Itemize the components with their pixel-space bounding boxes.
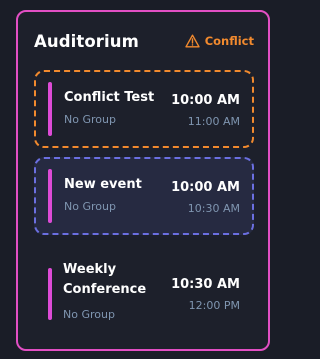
event-title: Weekly Conference — [63, 262, 147, 297]
warning-triangle-icon — [184, 34, 200, 48]
event-end-time: 11:00 AM — [187, 115, 240, 128]
room-card: Auditorium Conflict Conflict Test No Gro… — [16, 10, 270, 351]
event-color-bar — [48, 268, 52, 320]
event-group: No Group — [64, 113, 116, 126]
event-end-time: 12:00 PM — [188, 299, 240, 312]
event-group: No Group — [64, 200, 116, 213]
room-header: Auditorium Conflict — [34, 30, 254, 52]
room-title: Auditorium — [34, 31, 139, 51]
event-start-time: 10:30 AM — [171, 277, 240, 292]
event-color-bar — [48, 82, 52, 136]
event-start-time: 10:00 AM — [171, 93, 240, 108]
event-start-time: 10:00 AM — [171, 180, 240, 195]
event-item-weekly-conference[interactable]: Weekly Conference No Group 10:30 AM 12:0… — [34, 250, 254, 336]
event-color-bar — [48, 169, 52, 223]
event-title: New event — [64, 177, 142, 192]
event-end-time: 10:30 AM — [187, 202, 240, 215]
conflict-label: Conflict — [204, 34, 254, 48]
event-title: Conflict Test — [64, 90, 155, 105]
event-item-new-event[interactable]: New event No Group 10:00 AM 10:30 AM — [34, 157, 254, 235]
event-group: No Group — [63, 308, 115, 321]
conflict-badge: Conflict — [184, 34, 254, 48]
event-item-conflict-test[interactable]: Conflict Test No Group 10:00 AM 11:00 AM — [34, 70, 254, 148]
